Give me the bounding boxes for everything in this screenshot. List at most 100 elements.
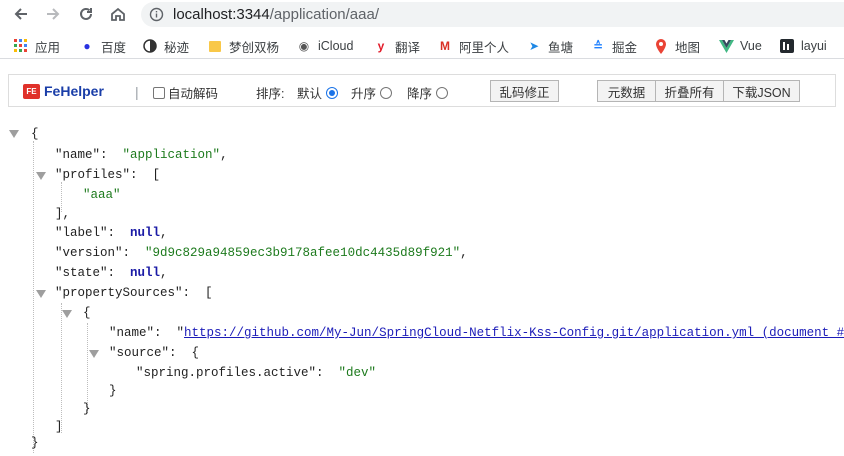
json-key: "name" <box>55 148 101 162</box>
address-bar[interactable]: localhost:3344/application/aaa/ <box>141 2 844 27</box>
json-source-close: } <box>109 384 117 398</box>
collapse-toggle-icon[interactable] <box>89 350 99 358</box>
download-json-button[interactable]: 下载JSON <box>723 80 800 102</box>
bookmark-label: 掘金 <box>612 40 638 55</box>
apps-grid-icon <box>13 38 29 54</box>
fehelper-brand: FeHelper <box>44 83 104 99</box>
bookmark-label: 翻译 <box>395 40 421 55</box>
fish-arrow-icon: ➤ <box>528 39 540 53</box>
json-key: "state" <box>55 266 108 280</box>
bookmark-label: layui <box>801 39 827 53</box>
sort-asc-radio[interactable]: 升序 <box>351 83 393 102</box>
json-null: null <box>130 226 161 240</box>
bookmark-vue[interactable]: Vue <box>718 37 762 55</box>
bookmark-ali[interactable]: M 阿里个人 <box>437 37 509 55</box>
bookmark-label: 地图 <box>675 40 701 55</box>
toolbar-divider: | <box>135 84 139 100</box>
auto-decode-label: 自动解码 <box>168 87 219 101</box>
indent-guide <box>33 141 34 453</box>
fehelper-logo[interactable]: FE FeHelper <box>23 83 104 99</box>
bookmark-translate[interactable]: y 翻译 <box>373 37 420 55</box>
json-null: null <box>130 266 161 280</box>
bookmark-label: Vue <box>740 39 762 53</box>
sort-label: 排序: <box>256 87 285 101</box>
json-line-state: "state": null, <box>55 266 168 280</box>
json-root-close: } <box>31 436 39 450</box>
sort-desc-label: 降序 <box>407 87 433 101</box>
baidu-paw-icon: ● <box>83 39 91 53</box>
bookmark-label: 梦创双杨 <box>229 40 280 55</box>
checkbox-box[interactable] <box>153 86 165 99</box>
gmail-icon: M <box>440 39 450 53</box>
info-icon[interactable] <box>149 7 164 25</box>
url-text: localhost:3344/application/aaa/ <box>173 6 379 23</box>
sort-group: 排序: <box>256 83 284 102</box>
bookmark-yutang[interactable]: ➤ 鱼塘 <box>526 37 573 55</box>
json-key: "propertySources" <box>55 286 183 300</box>
fehelper-toolbar: FE FeHelper | 自动解码 排序: 默认 升序 降序 乱码修正 元数据… <box>8 74 836 107</box>
radio-unselected[interactable] <box>380 86 393 99</box>
forward-button[interactable] <box>42 3 64 25</box>
layui-icon <box>779 38 795 54</box>
json-string: "dev" <box>338 366 377 380</box>
juejin-icon: ≙ <box>592 39 604 53</box>
sort-asc-label: 升序 <box>351 87 377 101</box>
collapse-toggle-icon[interactable] <box>36 290 46 298</box>
bookmark-apps[interactable]: 应用 <box>13 37 60 55</box>
bookmark-baidu[interactable]: ● 百度 <box>79 37 126 55</box>
vue-icon <box>718 38 734 54</box>
bookmark-label: 阿里个人 <box>459 40 510 55</box>
json-key: "source" <box>109 346 170 360</box>
json-array-close: ], <box>55 207 71 221</box>
json-url-link[interactable]: https://github.com/My-Jun/SpringCloud-Ne… <box>184 326 844 340</box>
fehelper-logo-icon: FE <box>23 83 40 99</box>
sort-default-label: 默认 <box>297 87 323 101</box>
bookmark-label: 百度 <box>101 40 127 55</box>
sort-desc-radio[interactable]: 降序 <box>407 83 449 102</box>
json-key: "label" <box>55 226 108 240</box>
json-line-source: "source": { <box>109 346 200 360</box>
back-arrow-icon <box>14 8 27 20</box>
bookmark-juejin[interactable]: ≙ 掘金 <box>590 37 637 55</box>
json-string: "9d9c829a94859ec3b9178afee10dc4435d89f92… <box>145 246 461 260</box>
radio-selected[interactable] <box>326 86 339 99</box>
bookmarks-bar: 应用 ● 百度 秘迹 梦创双杨 ◉ iCloud y 翻译 M 阿里个人 ➤ 鱼塘 ≙ 掘金… <box>0 31 844 59</box>
bookmark-label: iCloud <box>318 39 354 53</box>
back-button[interactable] <box>10 3 32 25</box>
json-object-open: { <box>83 306 91 320</box>
json-line-spring-profiles: "spring.profiles.active": "dev" <box>136 366 377 380</box>
home-button[interactable] <box>107 3 129 25</box>
radio-unselected[interactable] <box>436 86 449 99</box>
json-line-label: "label": null, <box>55 226 168 240</box>
json-line-profiles: "profiles": [ <box>55 168 161 182</box>
bookmark-label: 鱼塘 <box>548 40 574 55</box>
json-array-close: ] <box>55 420 63 434</box>
reload-button[interactable] <box>75 3 97 25</box>
map-pin-icon <box>653 38 669 54</box>
json-key: "version" <box>55 246 123 260</box>
bookmark-layui[interactable]: layui <box>779 37 827 55</box>
json-line-ps-name: "name": "https://github.com/My-Jun/Sprin… <box>109 324 844 342</box>
home-icon <box>111 7 125 21</box>
fix-garbled-button[interactable]: 乱码修正 <box>490 80 559 102</box>
json-viewer: { "name": "application", "profiles": [ "… <box>0 120 844 456</box>
metadata-button[interactable]: 元数据 <box>597 80 656 102</box>
json-line-name: "name": "application", <box>55 148 228 162</box>
bookmark-miji[interactable]: 秘迹 <box>142 37 189 55</box>
collapse-toggle-icon[interactable] <box>9 130 19 138</box>
sort-default-radio[interactable]: 默认 <box>297 83 339 102</box>
bookmark-label: 应用 <box>35 40 61 55</box>
bookmark-map[interactable]: 地图 <box>653 37 700 55</box>
bookmark-label: 秘迹 <box>164 40 190 55</box>
bookmark-mengchuang[interactable]: 梦创双杨 <box>207 37 279 55</box>
json-key: "profiles" <box>55 168 131 182</box>
collapse-all-button[interactable]: 折叠所有 <box>655 80 724 102</box>
collapse-toggle-icon[interactable] <box>62 310 72 318</box>
json-array-item: "aaa" <box>83 188 121 202</box>
json-string: "application" <box>122 148 221 162</box>
collapse-toggle-icon[interactable] <box>36 172 46 180</box>
auto-decode-checkbox[interactable]: 自动解码 <box>153 83 218 102</box>
bookmark-icloud[interactable]: ◉ iCloud <box>296 37 354 55</box>
folder-icon <box>207 38 223 54</box>
youdao-icon: y <box>377 39 385 53</box>
